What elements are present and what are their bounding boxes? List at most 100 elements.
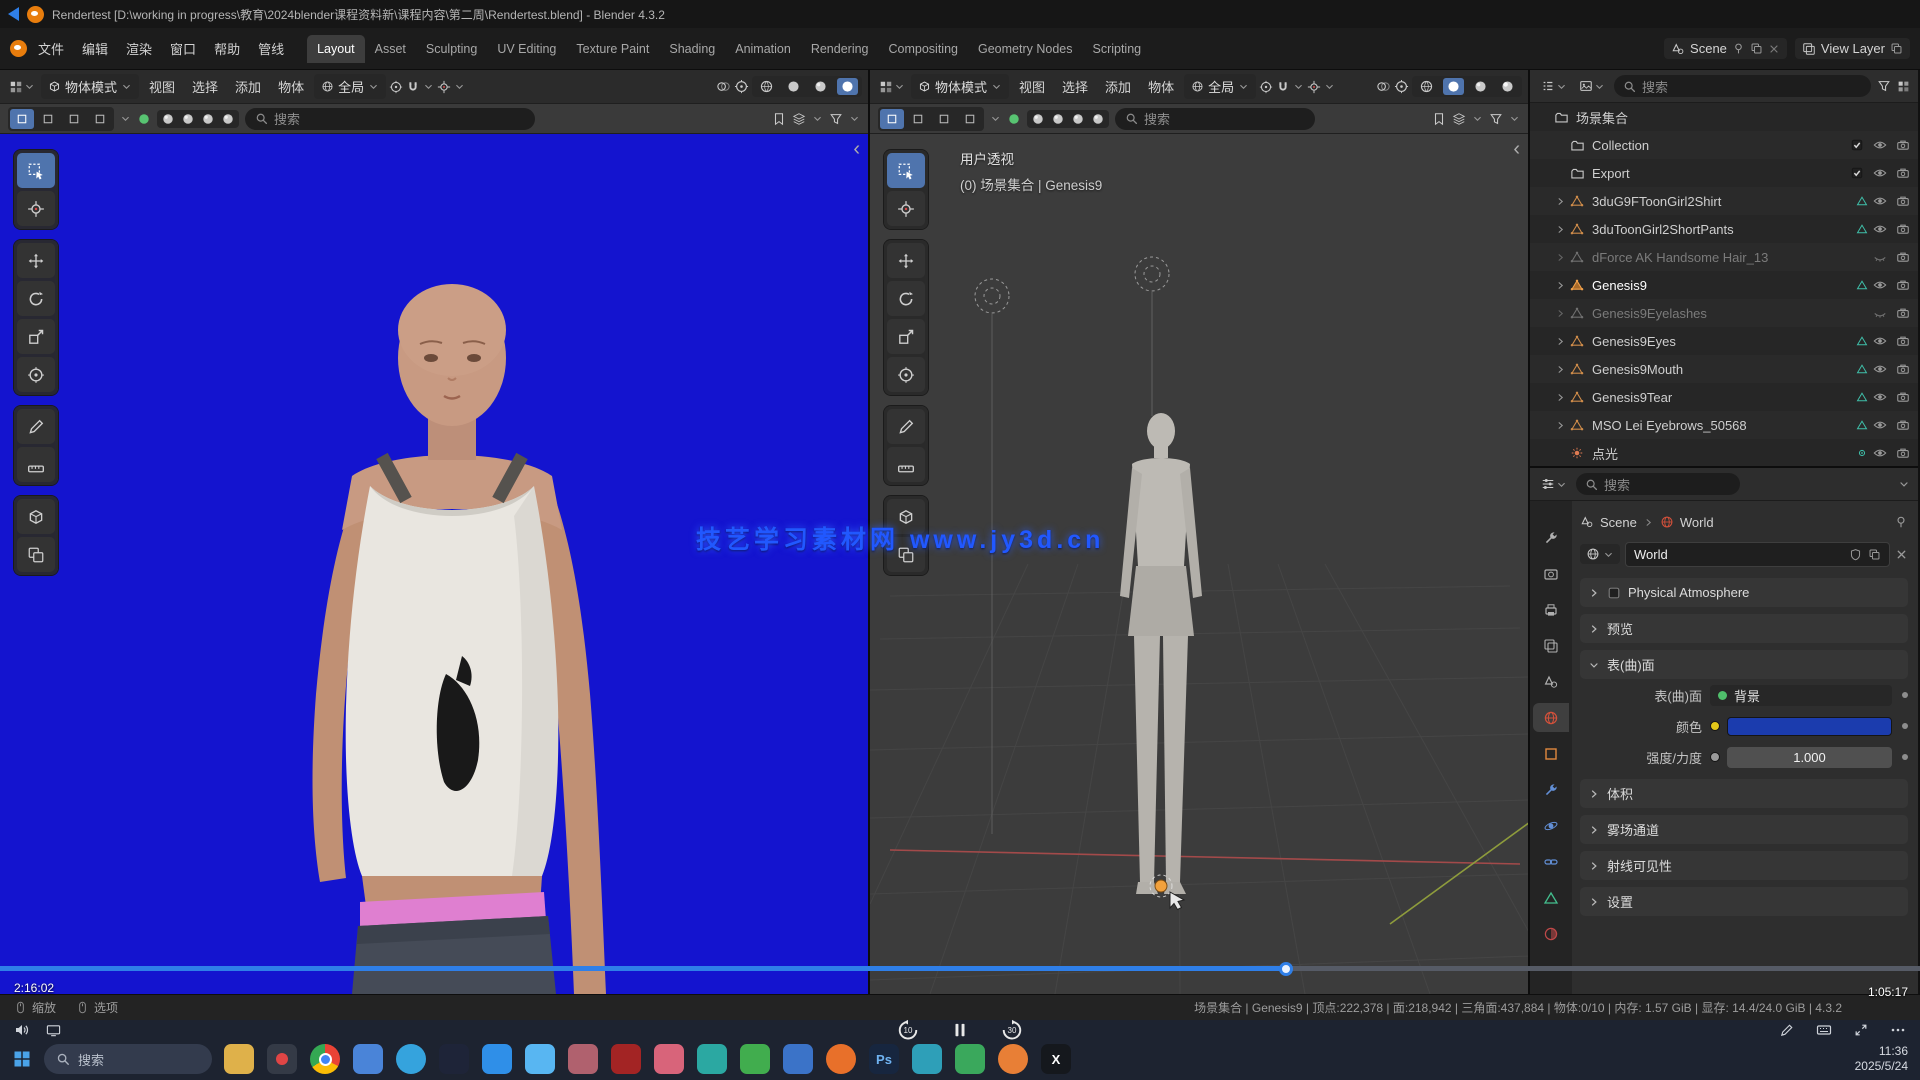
outliner-row[interactable]: Genesis9 (1530, 271, 1918, 299)
workspace-tab-shading[interactable]: Shading (659, 35, 725, 63)
outliner-row[interactable]: dForce AK Handsome Hair_13 (1530, 243, 1918, 271)
eye-icon[interactable] (1873, 166, 1887, 180)
menu-1[interactable]: 编辑 (73, 35, 117, 62)
chevron-down-icon[interactable] (1472, 113, 1483, 124)
eye-icon[interactable] (1873, 446, 1887, 460)
viewport-menu-1[interactable]: 选择 (1055, 74, 1095, 99)
viewport-canvas-rendered[interactable]: ‹ (0, 134, 868, 994)
fake-user-icon[interactable] (1849, 548, 1862, 561)
select-mode-0[interactable] (880, 109, 904, 129)
workspace-tab-sculpting[interactable]: Sculpting (416, 35, 487, 63)
camera-icon[interactable] (1896, 446, 1910, 460)
breadcrumb-world[interactable]: World (1680, 515, 1714, 530)
fullscreen-icon[interactable] (1854, 1023, 1868, 1037)
falloff-dropdown-icon[interactable] (1324, 81, 1335, 92)
gizmos-toggle-icon[interactable] (734, 79, 749, 94)
tool-rotate[interactable] (887, 281, 925, 316)
unlink-icon[interactable] (1895, 548, 1908, 561)
workspace-tab-rendering[interactable]: Rendering (801, 35, 879, 63)
properties-tab-view-layer[interactable] (1533, 631, 1569, 660)
options-icon[interactable] (1897, 80, 1910, 93)
editor-type-selector[interactable] (876, 78, 908, 96)
pivot-point-icon[interactable] (389, 80, 403, 94)
tool-box-select[interactable] (887, 153, 925, 188)
camera-icon[interactable] (1896, 418, 1910, 432)
camera-icon[interactable] (1896, 250, 1910, 264)
expand-arrow-icon[interactable] (1552, 308, 1568, 319)
scene-selector[interactable]: Scene (1664, 38, 1787, 59)
outliner-row[interactable]: 3duG9FToonGirl2Shirt (1530, 187, 1918, 215)
display-ball-icon[interactable] (181, 112, 195, 126)
viewport-menu-3[interactable]: 物体 (271, 74, 311, 99)
collections-icon[interactable] (792, 112, 806, 126)
shading-material-button[interactable] (1470, 78, 1491, 95)
camera-icon[interactable] (1896, 390, 1910, 404)
proportional-edit-icon[interactable] (1307, 80, 1321, 94)
outliner-row[interactable]: Genesis9Tear (1530, 383, 1918, 411)
select-mode-3[interactable] (88, 109, 112, 129)
select-mode-3[interactable] (958, 109, 982, 129)
editor-type-selector[interactable] (6, 78, 38, 96)
tool-move[interactable] (17, 243, 55, 278)
display-ball-icon[interactable] (161, 112, 175, 126)
orientation-selector[interactable]: 全局 (1184, 74, 1256, 99)
chevron-down-icon[interactable] (849, 113, 860, 124)
panel-header-5[interactable]: 射线可见性 (1580, 851, 1908, 880)
expand-arrow-icon[interactable] (1552, 392, 1568, 403)
skip-back-button[interactable]: 10 (897, 1019, 919, 1041)
eye-icon[interactable] (1873, 362, 1887, 376)
falloff-dropdown-icon[interactable] (454, 81, 465, 92)
workspace-tab-texture-paint[interactable]: Texture Paint (566, 35, 659, 63)
taskbar-app-photos[interactable] (482, 1044, 512, 1074)
more-options-icon[interactable] (1890, 1022, 1906, 1038)
checkbox-icon[interactable] (1850, 138, 1864, 152)
gizmos-toggle-icon[interactable] (1394, 79, 1409, 94)
tool-duplicate[interactable] (17, 537, 55, 572)
shading-wire-button[interactable] (1416, 78, 1437, 95)
overlays-toggle-icon[interactable] (716, 79, 731, 94)
display-ball-icon[interactable] (1091, 112, 1105, 126)
eye-icon[interactable] (1873, 334, 1887, 348)
expand-arrow-icon[interactable] (1552, 280, 1568, 291)
taskbar-app-adobe-app[interactable] (611, 1044, 641, 1074)
panel-header-2[interactable]: 表(曲)面 (1580, 650, 1908, 679)
bookmark-icon[interactable] (1432, 112, 1446, 126)
shading-solid-button[interactable] (783, 78, 804, 95)
eye-icon[interactable] (1873, 278, 1887, 292)
taskbar-app-edge[interactable] (396, 1044, 426, 1074)
taskbar-app-firefox[interactable] (826, 1044, 856, 1074)
keyboard-icon[interactable] (1816, 1022, 1832, 1038)
filter-icon[interactable] (829, 112, 843, 126)
checkbox-icon[interactable] (1850, 166, 1864, 180)
snap-dropdown-icon[interactable] (423, 81, 434, 92)
outliner-row[interactable]: Export (1530, 159, 1918, 187)
expand-arrow-icon[interactable] (1552, 224, 1568, 235)
snap-dropdown-icon[interactable] (1293, 81, 1304, 92)
properties-type-selector[interactable] (1538, 475, 1570, 493)
tool-dropdown-icon[interactable] (990, 113, 1001, 124)
display-ball-icon[interactable] (201, 112, 215, 126)
video-progress-bar[interactable] (0, 966, 1920, 971)
panel-header-0[interactable]: Physical Atmosphere (1580, 578, 1908, 607)
properties-tab-tool[interactable] (1533, 523, 1569, 552)
taskbar-app-blender-app[interactable] (998, 1044, 1028, 1074)
viewport-search[interactable]: 搜索 (245, 108, 535, 130)
panel-header-3[interactable]: 体积 (1580, 779, 1908, 808)
taskbar-app-app-green[interactable] (740, 1044, 770, 1074)
collapse-sidebar-icon[interactable]: ‹ (1513, 142, 1520, 156)
taskbar-app-app-x[interactable]: X (1041, 1044, 1071, 1074)
menu-4[interactable]: 帮助 (205, 35, 249, 62)
viewport-menu-0[interactable]: 视图 (142, 74, 182, 99)
workspace-tab-uv-editing[interactable]: UV Editing (487, 35, 566, 63)
outliner-row[interactable]: 3duToonGirl2ShortPants (1530, 215, 1918, 243)
camera-icon[interactable] (1896, 278, 1910, 292)
mode-selector[interactable]: 物体模式 (41, 74, 139, 99)
menu-2[interactable]: 渲染 (117, 35, 161, 62)
copy-icon[interactable] (1750, 42, 1763, 55)
camera-icon[interactable] (1896, 138, 1910, 152)
close-icon[interactable] (1768, 43, 1780, 55)
pencil-icon[interactable] (1779, 1023, 1794, 1038)
taskbar-app-app-rose[interactable] (654, 1044, 684, 1074)
display-mode-selector[interactable] (1576, 77, 1608, 95)
viewport-menu-0[interactable]: 视图 (1012, 74, 1052, 99)
